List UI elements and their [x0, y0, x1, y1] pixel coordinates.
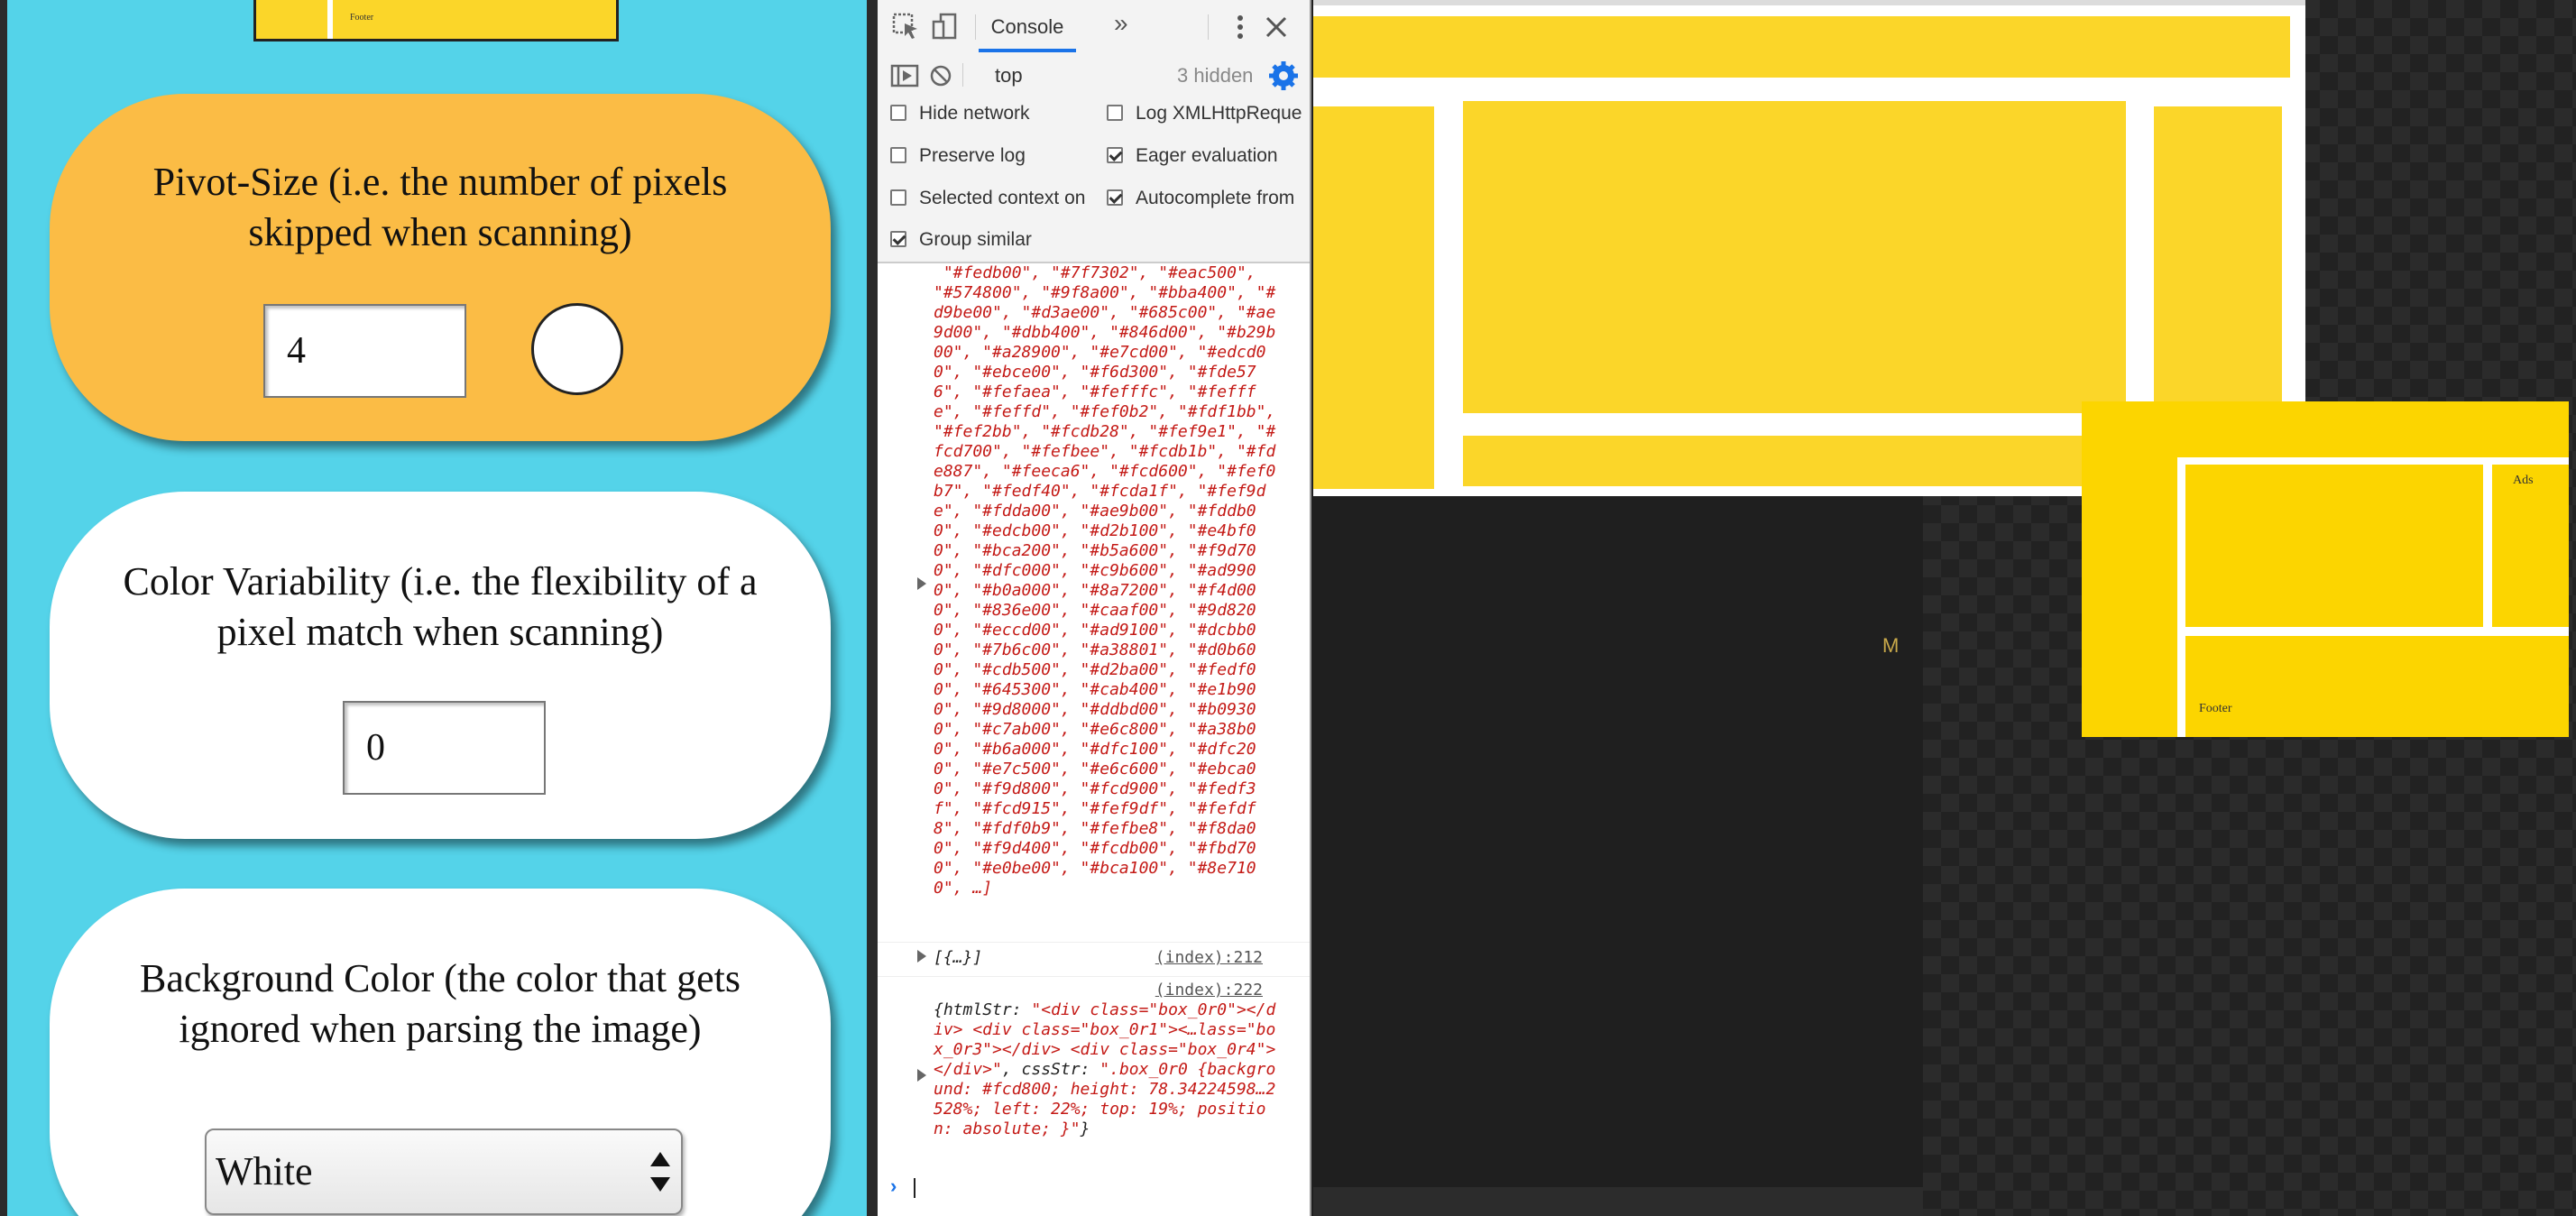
expand-result-icon[interactable] — [917, 1069, 926, 1082]
console-filter-bar: top 3 hidden — [878, 54, 1310, 97]
preserve-log-label: Preserve log — [919, 145, 1026, 166]
eager-evaluation-checkbox[interactable] — [1107, 147, 1123, 163]
devtools-console: Console » top 3 hidden Hide network Log … — [878, 0, 1311, 1216]
thumbnail-main — [2185, 465, 2483, 627]
preserve-log-checkbox[interactable] — [890, 147, 906, 163]
html-str-key: htmlStr — [943, 1000, 1012, 1019]
color-variability-input[interactable]: 0 — [343, 701, 546, 795]
pivot-size-card: Pivot-Size (i.e. the number of pixels sk… — [50, 94, 831, 441]
thumbnail-header — [2082, 401, 2569, 457]
console-prompt-icon: › — [890, 1175, 897, 1197]
settings-panel: Footer Pivot-Size (i.e. the number of pi… — [0, 0, 867, 1216]
tab-console[interactable]: Console — [979, 0, 1076, 52]
inspect-element-icon[interactable] — [890, 11, 923, 43]
autocomplete-label: Autocomplete from — [1136, 188, 1295, 208]
group-similar-label: Group similar — [919, 229, 1032, 250]
log-entry-html-css: (index):222 {htmlStr: "<div class="box_0… — [878, 976, 1310, 1157]
console-settings: Hide network Log XMLHttpReque Preserve l… — [878, 96, 1310, 263]
pivot-size-toggle-button[interactable] — [531, 303, 623, 395]
selected-context-checkbox[interactable] — [890, 189, 906, 206]
toolbar-separator — [975, 14, 976, 40]
more-tabs-icon[interactable]: » — [1114, 9, 1128, 38]
expand-object-icon[interactable] — [917, 950, 926, 963]
preview-right-box — [2154, 106, 2282, 410]
html-css-result: {htmlStr: "<div class="box_0r0"></div> <… — [934, 1000, 1276, 1138]
toolbar-separator-2 — [1208, 14, 1209, 40]
preview-left-box — [1313, 106, 1434, 489]
gear-icon[interactable] — [1267, 60, 1300, 92]
panel-divider — [867, 0, 878, 1216]
show-sidebar-icon[interactable] — [888, 60, 921, 92]
devtools-toolbar: Console » — [878, 0, 1310, 56]
hide-network-checkbox[interactable] — [890, 105, 906, 121]
menu-letter-m: M — [1882, 634, 1900, 657]
color-array-output: "#fedb00", "#7f7302", "#eac500", "#57480… — [934, 263, 1286, 898]
color-variability-label: Color Variability (i.e. the flexibility … — [123, 559, 758, 654]
device-toolbar-icon[interactable] — [930, 11, 962, 43]
thumbnail-ads — [2492, 465, 2569, 627]
object-array-summary: [{…}] — [934, 948, 983, 967]
eager-evaluation-label: Eager evaluation — [1136, 145, 1278, 166]
source-link-212[interactable]: (index):212 — [1155, 948, 1263, 967]
background-color-card: Background Color (the color that gets ig… — [50, 889, 831, 1216]
color-variability-card: Color Variability (i.e. the flexibility … — [50, 492, 831, 839]
log-xhr-checkbox[interactable] — [1107, 105, 1123, 121]
pivot-size-input[interactable]: 4 — [263, 304, 466, 398]
thumbnail-left — [2082, 457, 2177, 737]
log-entry-object-array: [{…}] (index):212 — [878, 942, 1310, 973]
close-icon[interactable] — [1260, 11, 1293, 43]
background-color-label: Background Color (the color that gets ig… — [140, 956, 741, 1051]
selected-context-label: Selected context on — [919, 188, 1086, 208]
hide-network-label: Hide network — [919, 103, 1030, 124]
console-input-caret[interactable] — [914, 1178, 915, 1198]
background-color-selected-value: White — [216, 1149, 313, 1193]
mini-preview-footer-label: Footer — [350, 13, 374, 23]
autocomplete-checkbox[interactable] — [1107, 189, 1123, 206]
background-color-select[interactable]: White — [205, 1128, 683, 1215]
source-link-222[interactable]: (index):222 — [1155, 981, 1263, 1000]
console-log-area: "#fedb00", "#7f7302", "#eac500", "#57480… — [878, 263, 1310, 1216]
expand-array-icon[interactable] — [917, 577, 926, 590]
filter-separator — [962, 63, 963, 87]
log-xhr-label: Log XMLHttpReque — [1136, 103, 1302, 124]
thumbnail-footer — [2185, 636, 2569, 737]
dark-scroll-area — [1313, 1187, 1923, 1216]
preview-top-edge — [1313, 0, 2305, 5]
css-str-key: cssStr — [1021, 1060, 1081, 1079]
mini-preview-stripe — [327, 0, 333, 39]
hidden-messages-count: 3 hidden — [1177, 64, 1254, 87]
clear-console-icon[interactable] — [925, 60, 957, 92]
preview-header-box — [1313, 16, 2290, 78]
mini-preview-footer: Footer — [253, 0, 619, 41]
layout-thumbnail: Ads Footer — [2082, 401, 2569, 737]
pivot-size-label: Pivot-Size (i.e. the number of pixels sk… — [152, 160, 728, 254]
thumbnail-ads-label: Ads — [2513, 474, 2534, 487]
thumbnail-footer-label: Footer — [2199, 702, 2232, 715]
select-arrows-icon — [650, 1152, 670, 1192]
kebab-menu-icon[interactable] — [1224, 11, 1256, 43]
preview-main-box — [1463, 101, 2126, 413]
context-selector[interactable]: top — [995, 64, 1023, 88]
group-similar-checkbox[interactable] — [890, 231, 906, 247]
